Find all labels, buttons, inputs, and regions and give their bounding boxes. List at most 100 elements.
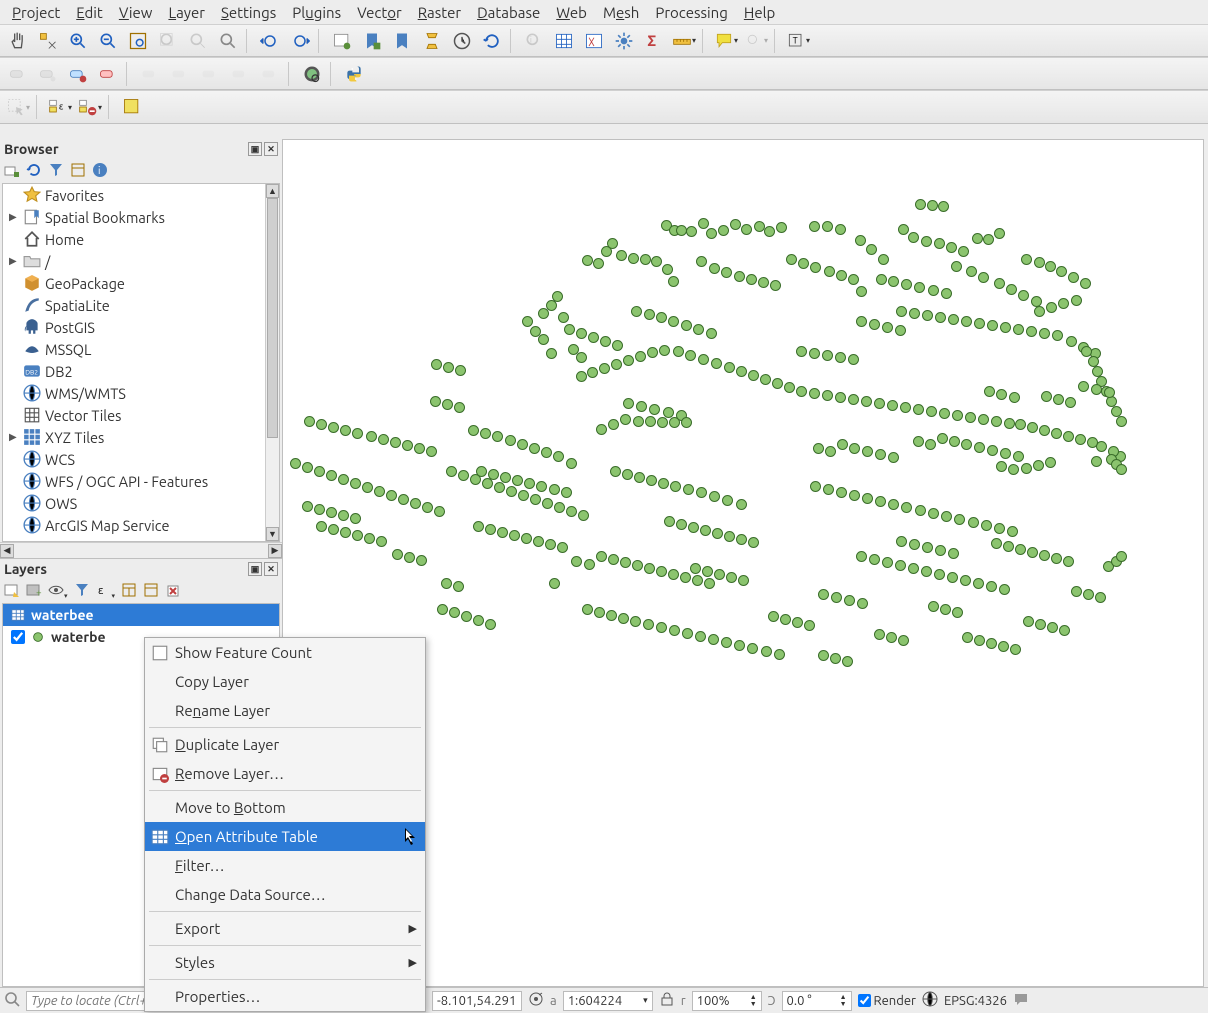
identify-icon[interactable]: i <box>520 27 548 55</box>
layer-add-group-icon[interactable]: + <box>26 582 42 601</box>
zoom-next-icon[interactable] <box>286 27 314 55</box>
annotation-icon[interactable]: ▾ <box>742 27 770 55</box>
browser-item-mssql[interactable]: MSSQL <box>3 338 279 360</box>
select-features-icon[interactable]: ▾ <box>4 93 32 121</box>
tips-icon[interactable]: ▾ <box>712 27 740 55</box>
refresh-icon[interactable] <box>478 27 506 55</box>
processing-icon[interactable] <box>610 27 638 55</box>
python-icon[interactable] <box>340 60 368 88</box>
browser-item-xyz-tiles[interactable]: ▶XYZ Tiles <box>3 426 279 448</box>
stats-icon[interactable]: Σ <box>640 27 668 55</box>
render-checkbox[interactable]: Render <box>858 994 916 1008</box>
menu-processing[interactable]: Processing <box>647 2 735 23</box>
refresh-browser-icon[interactable] <box>26 162 42 181</box>
show-bookmarks-icon[interactable] <box>388 27 416 55</box>
layer-style-icon[interactable] <box>4 582 20 601</box>
clock-icon[interactable] <box>448 27 476 55</box>
locate-icon[interactable] <box>4 991 20 1010</box>
browser-item-arcgis-map-service[interactable]: ArcGIS Map Service <box>3 514 279 536</box>
lock-icon[interactable] <box>659 991 675 1010</box>
browser-tree[interactable]: ▲ ▼ Favorites▶Spatial BookmarksHome▶/Geo… <box>2 183 280 542</box>
open-table-icon[interactable] <box>550 27 578 55</box>
menu-vector[interactable]: Vector <box>349 2 410 23</box>
menu-help[interactable]: Help <box>736 2 783 23</box>
new-bookmark-icon[interactable] <box>358 27 386 55</box>
ctx-remove-layer-[interactable]: Remove Layer… <box>145 759 425 788</box>
menu-mesh[interactable]: Mesh <box>595 2 647 23</box>
text-annotation-icon[interactable]: T▾ <box>784 27 812 55</box>
show-hide-label-icon[interactable] <box>136 60 164 88</box>
rotation-box[interactable]: 0.0 °▲▼ <box>782 991 852 1011</box>
browser-close-icon[interactable]: ✕ <box>264 142 278 156</box>
browser-hscroll[interactable]: ◀▶ <box>0 542 282 558</box>
new-map-icon[interactable] <box>328 27 356 55</box>
browser-item-spatialite[interactable]: SpatiaLite <box>3 294 279 316</box>
layer-collapse-icon[interactable] <box>143 582 159 601</box>
browser-item-wfs-ogc-api-features[interactable]: WFS / OGC API - Features <box>3 470 279 492</box>
browser-item-postgis[interactable]: PostGIS <box>3 316 279 338</box>
ctx-copy-layer[interactable]: Copy Layer <box>145 667 425 696</box>
zoom-last-icon[interactable] <box>256 27 284 55</box>
menu-project[interactable]: Project <box>4 2 68 23</box>
zoom-native-icon[interactable] <box>124 27 152 55</box>
select-by-value-icon[interactable]: ε▾ <box>46 93 74 121</box>
browser-item-db2[interactable]: DB2DB2 <box>3 360 279 382</box>
menu-plugins[interactable]: Plugins <box>284 2 349 23</box>
layer-expr-icon[interactable]: ε▾ <box>96 582 116 601</box>
browser-item-spatial-bookmarks[interactable]: ▶Spatial Bookmarks <box>3 206 279 228</box>
deselect-icon[interactable]: ▾ <box>76 93 104 121</box>
select-all-icon[interactable] <box>118 93 146 121</box>
layers-float-icon[interactable]: ▣ <box>248 562 262 576</box>
zoom-in-icon[interactable] <box>64 27 92 55</box>
add-layer-icon[interactable] <box>4 162 20 181</box>
label-icon[interactable] <box>4 60 32 88</box>
move-label-icon[interactable] <box>166 60 194 88</box>
diagram-icon[interactable] <box>34 60 62 88</box>
browser-item-favorites[interactable]: Favorites <box>3 184 279 206</box>
pan-selection-icon[interactable] <box>34 27 62 55</box>
browser-item-wcs[interactable]: WCS <box>3 448 279 470</box>
zoom-out-icon[interactable] <box>94 27 122 55</box>
browser-item--[interactable]: ▶/ <box>3 250 279 272</box>
props-browser-icon[interactable]: i <box>92 162 108 181</box>
ctx-open-attribute-table[interactable]: Open Attribute Table <box>145 822 425 851</box>
ctx-move-to-bottom[interactable]: Move to Bottom <box>145 793 425 822</box>
zoom-full-icon[interactable] <box>154 27 182 55</box>
filter-browser-icon[interactable] <box>48 162 64 181</box>
browser-item-geopackage[interactable]: GeoPackage <box>3 272 279 294</box>
measure-icon[interactable]: ▾ <box>670 27 698 55</box>
browser-float-icon[interactable]: ▣ <box>248 142 262 156</box>
menu-raster[interactable]: Raster <box>410 2 469 23</box>
ctx-change-data-source-[interactable]: Change Data Source… <box>145 880 425 909</box>
browser-item-vector-tiles[interactable]: Vector Tiles <box>3 404 279 426</box>
highlight-label-icon[interactable] <box>64 60 92 88</box>
ctx-export[interactable]: Export▶ <box>145 914 425 943</box>
crs-icon[interactable] <box>922 991 938 1010</box>
menu-settings[interactable]: Settings <box>213 2 284 23</box>
coordinate-box[interactable]: -8.101,54.291 <box>432 991 522 1011</box>
extents-icon[interactable] <box>528 991 544 1010</box>
ctx-properties-[interactable]: Properties… <box>145 982 425 1011</box>
layer-visibility-checkbox[interactable] <box>11 630 25 644</box>
menu-web[interactable]: Web <box>548 2 595 23</box>
ctx-styles[interactable]: Styles▶ <box>145 948 425 977</box>
layer-expand-icon[interactable] <box>121 582 137 601</box>
collapse-browser-icon[interactable] <box>70 162 86 181</box>
ctx-show-feature-count[interactable]: Show Feature Count <box>145 638 425 667</box>
ctx-filter-[interactable]: Filter… <box>145 851 425 880</box>
layer-remove-icon[interactable] <box>165 582 181 601</box>
ctx-rename-layer[interactable]: Rename Layer <box>145 696 425 725</box>
label-props-icon[interactable] <box>256 60 284 88</box>
layers-close-icon[interactable]: ✕ <box>264 562 278 576</box>
zoom-selection-icon[interactable] <box>184 27 212 55</box>
browser-item-ows[interactable]: OWS <box>3 492 279 514</box>
menu-view[interactable]: View <box>111 2 161 23</box>
scale-box[interactable]: 1:604224▾ <box>563 991 653 1011</box>
layer-row[interactable]: waterbee <box>3 604 279 626</box>
pin-label-icon[interactable] <box>94 60 122 88</box>
menu-edit[interactable]: Edit <box>68 2 111 23</box>
layer-visibility-icon[interactable]: ▾ <box>48 582 68 601</box>
rotate-label-icon[interactable] <box>196 60 224 88</box>
menu-layer[interactable]: Layer <box>160 2 213 23</box>
temporal-icon[interactable] <box>418 27 446 55</box>
